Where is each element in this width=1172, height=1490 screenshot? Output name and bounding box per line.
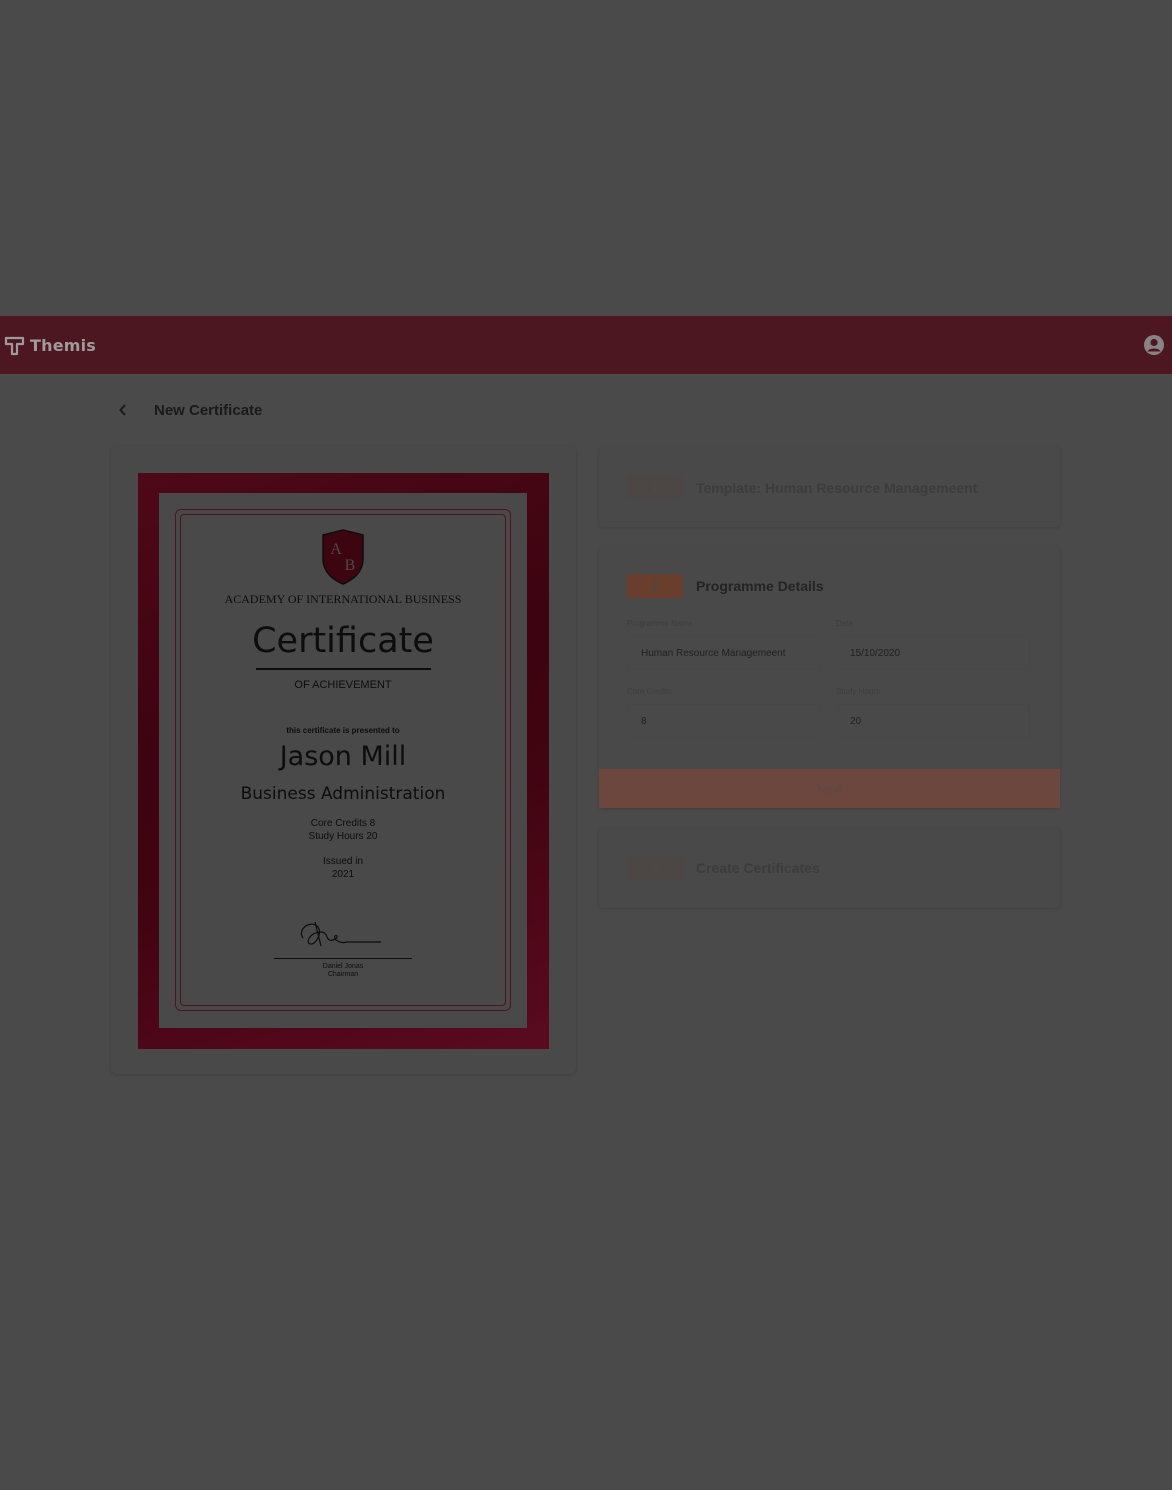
signer-title: Chairman: [327, 971, 359, 978]
signer-name: Daniel Jonas: [322, 963, 364, 970]
account-icon[interactable]: [1143, 334, 1165, 356]
page-header: New Certificate: [118, 400, 262, 420]
study-hours-label: Study Hours: [836, 687, 881, 696]
programme-name-field[interactable]: Human Resource Managemeent: [627, 636, 821, 670]
back-button[interactable]: [118, 400, 130, 420]
certificate-presented-to: this certificate is presented to: [286, 726, 400, 735]
step-2-badge: 2: [627, 574, 683, 598]
study-hours-field[interactable]: 20: [836, 704, 1030, 738]
shield-letter-a: A: [330, 541, 342, 558]
certificate-credits: Core Credits 8 Study Hours 20: [159, 817, 527, 843]
step-3-title: Create Certificates: [696, 860, 820, 876]
themis-logo-icon: [4, 336, 25, 356]
step-programme-details-card: 2 Programme Details Programme Name Human…: [599, 546, 1060, 808]
certificate-heading: Certificate: [252, 621, 434, 661]
certificate-signer: Daniel Jonas Chairman: [159, 963, 527, 979]
shield-letter-b: B: [345, 557, 356, 574]
signature-line: [274, 958, 412, 959]
certificate-issued: Issued in 2021: [159, 855, 527, 881]
certificate-heading-underline: [256, 668, 431, 670]
certificate-issued-label: Issued in: [322, 856, 364, 867]
page-title: New Certificate: [154, 401, 263, 419]
certificate-frame: A B ACADEMY OF INTERNATIONAL BUSINESS Ce…: [138, 473, 549, 1049]
shield-crest-icon: A B: [322, 529, 364, 585]
date-label: Date: [836, 619, 853, 628]
certificate-issued-year: 2021: [331, 869, 355, 880]
certificate-recipient: Jason Mill: [279, 741, 407, 772]
certificate-subheading: OF ACHIEVEMENT: [294, 679, 392, 691]
certificate-paper: A B ACADEMY OF INTERNATIONAL BUSINESS Ce…: [159, 493, 527, 1028]
chevron-left-icon: [119, 404, 126, 416]
signature-image: [300, 921, 381, 947]
next-button[interactable]: Next: [599, 769, 1060, 808]
step-template-card[interactable]: 1 Template: Human Resource Managemeent: [599, 447, 1060, 527]
certificate-programme: Business Administration: [240, 784, 446, 804]
step-2-title: Programme Details: [696, 578, 824, 594]
themis-logo[interactable]: Themis: [4, 335, 96, 356]
core-credits-field[interactable]: 8: [627, 704, 821, 738]
step-3-badge: 3: [627, 856, 683, 880]
step-1-badge: 1: [627, 475, 683, 499]
core-credits-label: Core Credits: [627, 687, 672, 696]
step-create-certificates-card[interactable]: 3 Create Certificates: [599, 828, 1060, 908]
app-name: Themis: [30, 336, 97, 355]
certificate-study-hours: Study Hours 20: [308, 831, 378, 842]
certificate-core-credits: Core Credits 8: [310, 818, 376, 829]
top-bar: Themis: [0, 316, 1172, 374]
programme-name-label: Programme Name: [627, 619, 693, 628]
step-1-title: Template: Human Resource Managemeent: [696, 480, 978, 496]
certificate-preview-card: A B ACADEMY OF INTERNATIONAL BUSINESS Ce…: [111, 446, 576, 1074]
date-field[interactable]: 15/10/2020: [836, 636, 1030, 670]
certificate-academy: ACADEMY OF INTERNATIONAL BUSINESS: [224, 592, 462, 606]
